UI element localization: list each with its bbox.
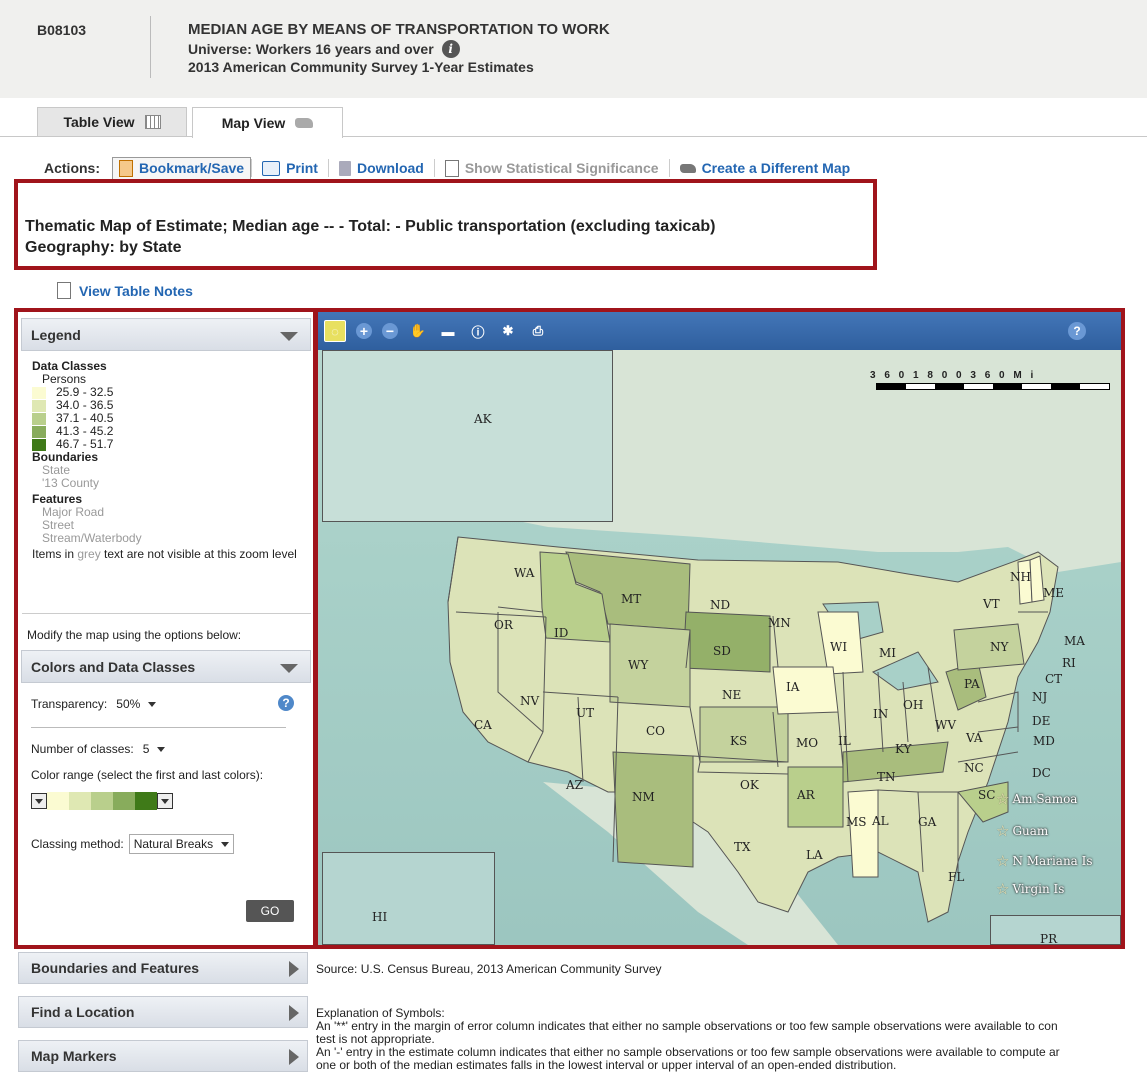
header-divider [150,16,151,78]
create-map-label: Create a Different Map [701,160,851,176]
download-button[interactable]: Download [329,160,434,176]
highlight-box-left-panel [14,308,317,949]
actions-label: Actions: [44,160,100,176]
create-different-map-button[interactable]: Create a Different Map [670,160,861,176]
tab-table-view[interactable]: Table View [37,107,187,136]
tab-table-view-label: Table View [63,114,135,130]
panel-label: Boundaries and Features [31,960,200,976]
tab-map-view[interactable]: Map View [192,107,343,138]
map-markers-panel[interactable]: Map Markers [18,1040,308,1072]
panel-label: Map Markers [31,1048,117,1064]
tab-bar-line [0,136,1147,137]
table-header [0,0,1147,98]
bookmark-save-button[interactable]: Bookmark/Save [112,156,252,180]
printer-icon [262,160,281,176]
expand-arrow-icon [289,961,299,977]
universe-line: Universe: Workers 16 years and over i [188,40,460,58]
table-title: MEDIAN AGE BY MEANS OF TRANSPORTATION TO… [188,21,610,38]
download-label: Download [356,160,424,176]
info-icon[interactable]: i [441,40,460,58]
boundaries-features-panel[interactable]: Boundaries and Features [18,952,308,984]
explanation-line: one or both of the median estimates fall… [316,1058,897,1072]
print-label: Print [286,160,318,176]
explanation-line: An '**' entry in the margin of error col… [316,1019,1058,1033]
show-statistical-significance-button[interactable]: Show Statistical Significance [435,159,669,177]
download-icon [338,160,351,176]
actions-bar: Actions: Bookmark/Save Print Download Sh… [44,156,861,180]
us-map-icon [679,163,696,173]
expand-arrow-icon [289,1005,299,1021]
significance-icon [444,159,459,177]
bookmark-icon [119,159,133,177]
table-id: B08103 [37,22,87,38]
find-location-panel[interactable]: Find a Location [18,996,308,1028]
explanation-of-symbols: Explanation of Symbols: An '**' entry in… [316,1007,1146,1072]
view-table-notes-link[interactable]: View Table Notes [57,282,193,299]
print-button[interactable]: Print [252,160,328,176]
view-table-notes-label: View Table Notes [79,282,193,299]
tab-map-view-label: Map View [221,115,286,131]
significance-label: Show Statistical Significance [464,160,659,176]
highlight-box-title [14,179,877,270]
highlight-box-map [314,308,1125,949]
bookmark-label: Bookmark/Save [139,160,245,176]
us-map-icon [295,118,314,128]
universe-text: Universe: Workers 16 years and over [188,41,434,57]
source-note: Source: U.S. Census Bureau, 2013 America… [316,962,662,976]
grid-icon [144,115,161,129]
expand-arrow-icon [289,1049,299,1065]
panel-label: Find a Location [31,1004,135,1020]
notes-icon [57,282,71,299]
survey-line: 2013 American Community Survey 1-Year Es… [188,59,534,75]
